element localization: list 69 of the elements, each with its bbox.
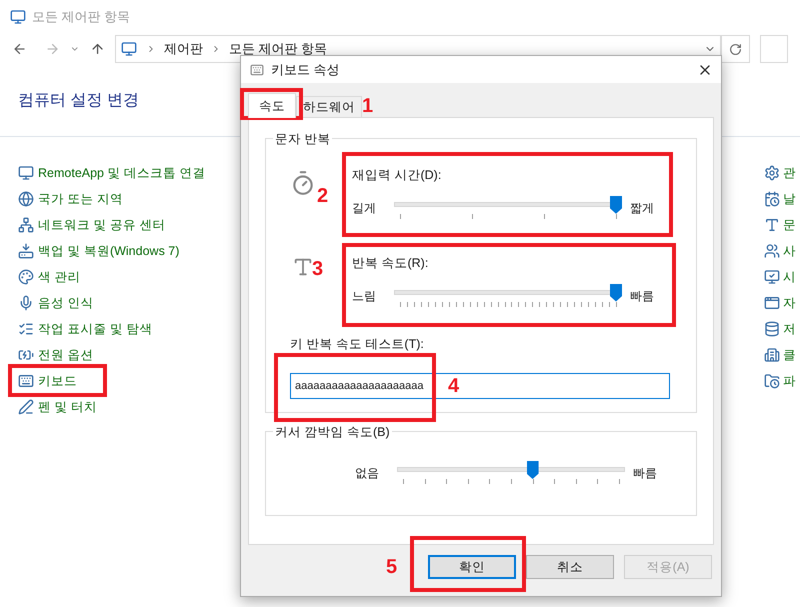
highlight-frame bbox=[240, 88, 303, 120]
slider-label: 재입력 시간(D): bbox=[352, 167, 442, 184]
annotation-number: 1 bbox=[362, 96, 374, 116]
dialog-title: 키보드 속성 bbox=[271, 60, 340, 79]
breadcrumb-item[interactable]: 제어판 bbox=[164, 39, 203, 59]
checklist-icon bbox=[18, 321, 34, 337]
slider-thumb[interactable] bbox=[526, 461, 539, 479]
control-panel-link[interactable]: 전원 옵션 bbox=[38, 346, 94, 364]
control-panel-link[interactable]: 문 bbox=[783, 216, 796, 234]
slider-thumb[interactable] bbox=[610, 284, 622, 302]
control-panel-link[interactable]: 국가 또는 지역 bbox=[38, 190, 123, 208]
control-panel-link[interactable]: 날 bbox=[783, 190, 796, 208]
control-panel-link[interactable]: 펜 및 터치 bbox=[38, 398, 97, 416]
slider-min-label: 느림 bbox=[352, 288, 377, 304]
control-panel-link[interactable]: 네트워크 및 공유 센터 bbox=[38, 216, 166, 234]
network-icon bbox=[18, 217, 34, 233]
slider-max-label: 빠름 bbox=[633, 465, 657, 482]
control-panel-link[interactable]: 파 bbox=[783, 372, 796, 390]
slider-label: 반복 속도(R): bbox=[352, 254, 428, 272]
control-panel-link[interactable]: 사 bbox=[783, 242, 796, 260]
window-icon bbox=[764, 295, 780, 311]
control-panel-link[interactable]: 시 bbox=[783, 268, 796, 286]
control-panel-link[interactable]: 관 bbox=[783, 164, 796, 182]
tab[interactable]: 하드웨어 bbox=[296, 96, 362, 117]
slider-max-label: 짧게 bbox=[630, 200, 654, 217]
control-panel-link[interactable]: 키보드 bbox=[38, 372, 77, 390]
control-panel-link[interactable]: RemoteApp 및 데스크톱 연결 bbox=[38, 164, 206, 182]
back-arrow-icon[interactable] bbox=[12, 41, 28, 57]
control-panel-link[interactable]: 색 관리 bbox=[38, 268, 80, 286]
search-field[interactable] bbox=[760, 35, 788, 63]
building-icon bbox=[764, 347, 780, 363]
microphone-icon bbox=[18, 295, 34, 311]
database-icon bbox=[764, 321, 780, 337]
keyboard-icon bbox=[249, 62, 265, 76]
calendar-icon bbox=[764, 191, 780, 207]
dialog-button[interactable]: 취소 bbox=[526, 555, 614, 579]
annotation-number: 3 bbox=[312, 259, 324, 279]
breadcrumb-item[interactable]: 모든 제어판 항목 bbox=[228, 39, 328, 59]
control-panel-link[interactable]: 작업 표시줄 및 탐색 bbox=[38, 320, 152, 338]
drive-icon bbox=[18, 243, 34, 259]
refresh-button[interactable] bbox=[721, 35, 750, 63]
control-panel-link[interactable]: 백업 및 복원(Windows 7) bbox=[38, 242, 180, 260]
control-panel-link[interactable]: 자 bbox=[783, 294, 796, 312]
font-icon bbox=[764, 217, 780, 233]
slider-min-label: 없음 bbox=[355, 465, 380, 482]
monitor-icon bbox=[18, 165, 34, 181]
slider-max-label: 빠름 bbox=[630, 288, 654, 304]
monitor-icon bbox=[764, 269, 780, 285]
keyboard-icon bbox=[18, 373, 34, 389]
users-icon bbox=[764, 243, 780, 259]
globe-icon bbox=[18, 191, 34, 207]
refresh-icon bbox=[728, 42, 742, 56]
control-panel-link[interactable]: 저 bbox=[783, 320, 796, 338]
field-label: 키 반복 속도 테스트(T): bbox=[290, 336, 424, 353]
control-panel-link[interactable]: 클 bbox=[783, 346, 796, 364]
annotation-number: 4 bbox=[448, 376, 460, 396]
window-title: 모든 제어판 항목 bbox=[32, 8, 130, 26]
annotation-number: 5 bbox=[386, 557, 398, 577]
palette-icon bbox=[18, 269, 34, 285]
pen-icon bbox=[18, 399, 34, 415]
annotation-number: 2 bbox=[317, 186, 328, 206]
gear-icon bbox=[764, 165, 780, 181]
page-heading: 컴퓨터 설정 변경 bbox=[18, 92, 139, 109]
control-panel-link[interactable]: 음성 인식 bbox=[38, 294, 94, 312]
slider-min-label: 길게 bbox=[352, 200, 377, 217]
dialog-button[interactable]: 확인 bbox=[428, 555, 516, 579]
slider-thumb[interactable] bbox=[610, 196, 622, 214]
tab[interactable]: 속도 bbox=[248, 93, 296, 118]
folder-icon bbox=[764, 373, 780, 389]
